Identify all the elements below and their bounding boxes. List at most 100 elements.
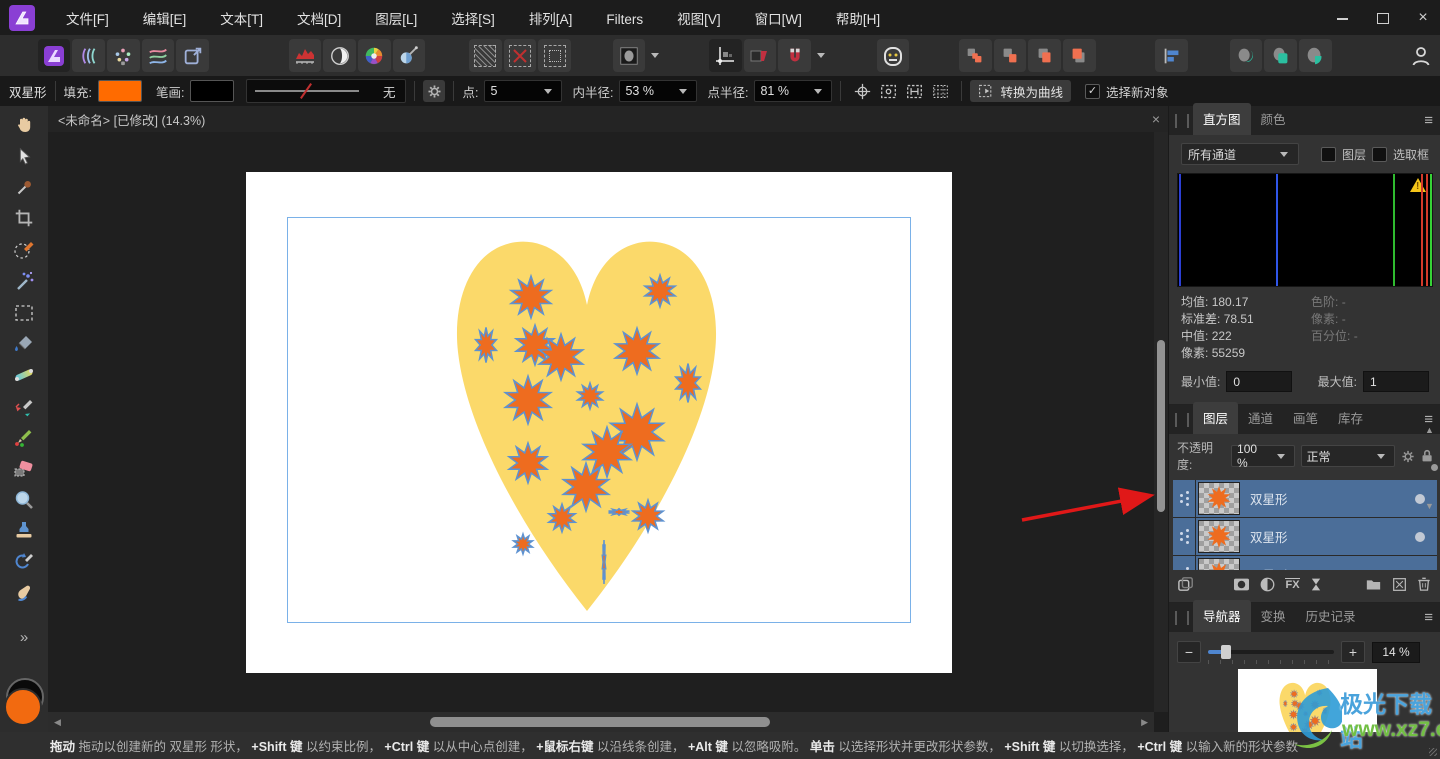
horizontal-scrollbar[interactable]: ◀ ▶ xyxy=(48,712,1154,732)
selection-brush-tool[interactable] xyxy=(9,234,39,264)
quick-mask-button[interactable] xyxy=(613,39,646,72)
horizontal-scroll-thumb[interactable] xyxy=(430,717,770,727)
layer-row-1[interactable]: 双星形 xyxy=(1173,518,1437,555)
snap-bbox-center-button[interactable] xyxy=(875,80,901,102)
snap-center-button[interactable] xyxy=(849,80,875,102)
erase-tool[interactable] xyxy=(9,454,39,484)
layers-scroll-down-icon[interactable]: ▼ xyxy=(1425,501,1434,511)
tab-brushes[interactable]: 画笔 xyxy=(1283,402,1328,434)
menu-item-5[interactable]: 选择[S] xyxy=(434,12,512,27)
move-tool[interactable] xyxy=(9,142,39,172)
points-dropdown[interactable]: 5 xyxy=(484,80,562,102)
arrange-to-back-button[interactable] xyxy=(1028,39,1061,72)
blend-mode-dropdown[interactable]: 正常 xyxy=(1301,445,1395,467)
more-tools-button[interactable]: » xyxy=(9,622,39,652)
merge-selected-button[interactable] xyxy=(1264,39,1297,72)
max-input[interactable]: 1 xyxy=(1363,371,1429,392)
menu-item-7[interactable]: Filters xyxy=(589,12,660,27)
account-button[interactable] xyxy=(1405,39,1438,72)
zoom-value-field[interactable]: 14 % xyxy=(1372,642,1420,663)
color-wells[interactable] xyxy=(4,678,44,724)
layer-settings-gear-icon[interactable] xyxy=(1401,449,1415,464)
quick-mask-chevron-icon[interactable] xyxy=(651,53,659,58)
scroll-left-icon[interactable]: ◀ xyxy=(50,717,65,728)
snap-grid-button[interactable] xyxy=(927,80,953,102)
convert-to-curves-button[interactable]: 转换为曲线 xyxy=(970,80,1071,102)
layer-checkbox[interactable] xyxy=(1321,147,1336,162)
menu-item-3[interactable]: 文档[D] xyxy=(280,12,358,27)
menu-item-1[interactable]: 编辑[E] xyxy=(126,12,204,27)
colour-replacement-brush-tool[interactable] xyxy=(9,422,39,452)
menu-item-6[interactable]: 排列[A] xyxy=(512,12,590,27)
tab-color[interactable]: 颜色 xyxy=(1251,103,1296,135)
pixel-alignment-button[interactable] xyxy=(744,39,777,72)
marquee-tool[interactable] xyxy=(9,298,39,328)
layer-row-2[interactable]: 双星形 xyxy=(1173,556,1437,570)
menu-item-9[interactable]: 窗口[W] xyxy=(738,12,819,27)
arrange-back-one-button[interactable] xyxy=(959,39,992,72)
flood-select-tool[interactable] xyxy=(9,266,39,296)
assistant-button[interactable] xyxy=(877,39,910,72)
document-tab[interactable]: <未命名> [已修改] (14.3%) xyxy=(48,110,205,129)
invert-selection-button[interactable] xyxy=(538,39,571,72)
vertical-scroll-thumb[interactable] xyxy=(1157,340,1165,512)
scroll-right-icon[interactable]: ▶ xyxy=(1137,717,1152,728)
layer-row-0[interactable]: 双星形 xyxy=(1173,480,1437,517)
visibility-dot[interactable] xyxy=(1415,494,1425,504)
tone-mapping-persona-button[interactable] xyxy=(142,39,175,72)
panel-drag-handle-icon[interactable] xyxy=(1175,611,1189,625)
edit-all-layers-icon[interactable] xyxy=(1392,577,1407,592)
zoom-in-button[interactable]: + xyxy=(1341,641,1365,663)
mask-layer-icon[interactable] xyxy=(1233,577,1250,592)
drag-handle-icon[interactable] xyxy=(1173,556,1196,570)
opacity-dropdown[interactable]: 100 % xyxy=(1231,445,1294,467)
duplicate-layer-icon[interactable] xyxy=(1177,576,1195,592)
stroke-width-control[interactable]: 无 xyxy=(246,79,406,103)
tab-stock[interactable]: 库存 xyxy=(1328,402,1373,434)
panel-drag-handle-icon[interactable] xyxy=(1175,413,1189,427)
vertical-scrollbar[interactable] xyxy=(1154,132,1168,712)
zoom-out-button[interactable]: − xyxy=(1177,641,1201,663)
drag-handle-icon[interactable] xyxy=(1173,480,1196,517)
visibility-dot[interactable] xyxy=(1415,532,1425,542)
select-new-object-checkbox[interactable]: ✓ xyxy=(1085,84,1100,99)
color-picker-tool[interactable] xyxy=(9,173,39,203)
minimize-button[interactable] xyxy=(1336,11,1350,25)
canvas-viewport[interactable] xyxy=(48,132,1154,712)
tab-transform[interactable]: 变换 xyxy=(1251,600,1296,632)
paint-brush-tool[interactable] xyxy=(9,391,39,421)
snap-midpoint-button[interactable] xyxy=(901,80,927,102)
histogram-display[interactable]: ! xyxy=(1177,173,1433,287)
menu-item-4[interactable]: 图层[L] xyxy=(358,12,434,27)
drag-handle-icon[interactable] xyxy=(1173,518,1196,555)
zoom-tool[interactable] xyxy=(9,485,39,515)
menu-item-10[interactable]: 帮助[H] xyxy=(819,12,897,27)
panel-resize-dot[interactable] xyxy=(1431,464,1438,471)
document-close-icon[interactable]: × xyxy=(1152,111,1160,127)
undo-brush-tool[interactable] xyxy=(9,545,39,575)
lock-icon[interactable] xyxy=(1421,449,1433,463)
auto-colour-button[interactable] xyxy=(358,39,391,72)
menu-item-2[interactable]: 文本[T] xyxy=(203,12,280,27)
fill-color-well[interactable] xyxy=(4,688,42,726)
blend-ranges-icon[interactable] xyxy=(1310,577,1322,592)
visibility-dot[interactable] xyxy=(1415,570,1425,571)
auto-levels-button[interactable] xyxy=(289,39,322,72)
point-radius-dropdown[interactable]: 81 % xyxy=(754,80,832,102)
crop-tool[interactable] xyxy=(9,203,39,233)
snapping-grid-button[interactable] xyxy=(709,39,742,72)
marquee-checkbox[interactable] xyxy=(1372,147,1387,162)
tab-histogram[interactable]: 直方图 xyxy=(1193,103,1251,135)
smudge-tool[interactable] xyxy=(9,577,39,607)
auto-white-balance-button[interactable] xyxy=(393,39,426,72)
menu-item-8[interactable]: 视图[V] xyxy=(660,12,738,27)
select-all-button[interactable] xyxy=(469,39,502,72)
liquify-persona-button[interactable] xyxy=(72,39,105,72)
layer-thumbnail[interactable] xyxy=(1198,520,1240,553)
min-input[interactable]: 0 xyxy=(1226,371,1292,392)
layers-scroll-up-icon[interactable]: ▲ xyxy=(1425,425,1434,435)
zoom-slider-handle[interactable] xyxy=(1221,645,1231,659)
develop-persona-button[interactable] xyxy=(107,39,140,72)
tab-history[interactable]: 历史记录 xyxy=(1296,600,1366,632)
clone-stamp-tool[interactable] xyxy=(9,515,39,545)
